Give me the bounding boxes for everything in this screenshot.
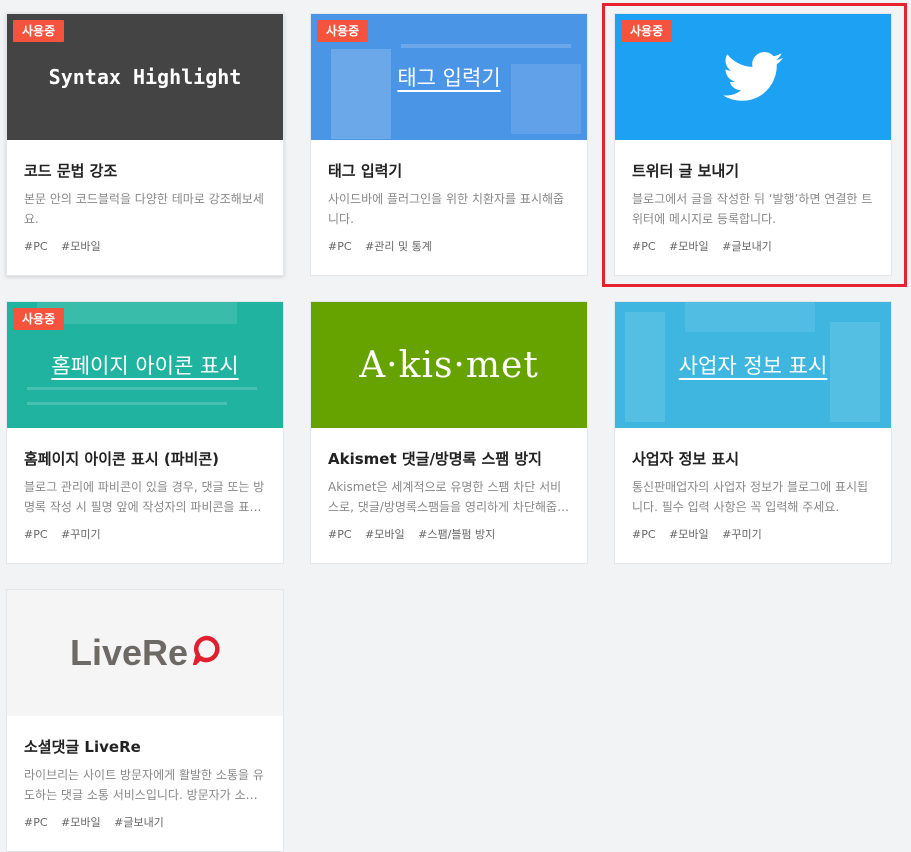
card-thumbnail[interactable]: 사업자 정보 표시 <box>615 302 891 428</box>
card-thumbnail[interactable]: LiveRe <box>7 590 283 716</box>
card-title[interactable]: 코드 문법 강조 <box>24 160 266 182</box>
card-title[interactable]: 사업자 정보 표시 <box>632 448 874 470</box>
tag: #모바일 <box>669 528 709 541</box>
card-tags: #PC #꾸미기 <box>24 526 266 542</box>
card-tags: #PC #모바일 #스팸/블펌 방지 <box>328 526 570 542</box>
tag: #글보내기 <box>114 816 164 829</box>
plugin-card-livere[interactable]: LiveRe 소셜댓글 LiveRe 라이브리는 사이트 방문자에게 활발한 소… <box>6 589 284 852</box>
tag: #PC <box>24 816 48 829</box>
card-description: Akismet은 세계적으로 유명한 스팸 차단 서비스로, 댓글/방명록스팸들… <box>328 480 569 514</box>
card-title[interactable]: 태그 입력기 <box>328 160 570 182</box>
card-thumbnail[interactable]: A·kis·met <box>311 302 587 428</box>
card-description: 사이드바에 플러그인을 위한 치환자를 표시해줍니다. <box>328 192 565 226</box>
tag: #PC <box>24 240 48 253</box>
plugin-card-tag-input[interactable]: 사용중 태그 입력기 태그 입력기 사이드바에 플러그인을 위한 치환자를 표시… <box>310 13 588 276</box>
speech-bubble-icon <box>192 635 220 665</box>
akismet-logo: A·kis·met <box>359 344 539 386</box>
tag: #PC <box>632 528 656 541</box>
card-title[interactable]: Akismet 댓글/방명록 스팸 방지 <box>328 448 570 470</box>
card-description: 통신판매업자의 사업자 정보가 블로그에 표시됩니다. 필수 입력 사항은 꼭 … <box>632 480 869 514</box>
tag: #PC <box>328 240 352 253</box>
thumbnail-text: 홈페이지 아이콘 표시 <box>51 354 239 378</box>
card-tags: #PC #관리 및 통계 <box>328 238 570 254</box>
tag: #관리 및 통계 <box>365 240 432 253</box>
status-badge: 사용중 <box>13 20 65 42</box>
card-thumbnail[interactable]: 사용중 Syntax Highlight <box>7 14 283 140</box>
tag: #모바일 <box>61 240 101 253</box>
plugin-card-business-info[interactable]: 사업자 정보 표시 사업자 정보 표시 통신판매업자의 사업자 정보가 블로그에… <box>614 301 892 564</box>
tag: #모바일 <box>365 528 405 541</box>
tag: #PC <box>328 528 352 541</box>
thumbnail-text: 태그 입력기 <box>397 66 501 90</box>
plugin-card-syntax-highlight[interactable]: 사용중 Syntax Highlight 코드 문법 강조 본문 안의 코드블럭… <box>6 13 284 276</box>
tag: #꾸미기 <box>61 528 101 541</box>
plugin-card-favicon[interactable]: 사용중 홈페이지 아이콘 표시 홈페이지 아이콘 표시 (파비콘) 블로그 관리… <box>6 301 284 564</box>
selection-highlight <box>602 3 907 287</box>
card-thumbnail[interactable]: 사용중 홈페이지 아이콘 표시 <box>7 302 283 428</box>
card-description: 본문 안의 코드블럭을 다양한 테마로 강조해보세요. <box>24 192 264 226</box>
status-badge: 사용중 <box>13 308 65 330</box>
card-thumbnail[interactable]: 사용중 태그 입력기 <box>311 14 587 140</box>
thumbnail-text: 사업자 정보 표시 <box>678 354 828 378</box>
status-badge: 사용중 <box>621 20 673 42</box>
card-title[interactable]: 소셜댓글 LiveRe <box>24 736 266 758</box>
card-description: 라이브리는 사이트 방문자에게 활발한 소통을 유도하는 댓글 소통 서비스입니… <box>24 768 264 802</box>
livere-logo: LiveRe <box>69 632 189 673</box>
card-description: 블로그 관리에 파비콘이 있을 경우, 댓글 또는 방명록 작성 시 필명 앞에… <box>24 480 265 514</box>
plugin-card-akismet[interactable]: A·kis·met Akismet 댓글/방명록 스팸 방지 Akismet은 … <box>310 301 588 564</box>
tag: #꾸미기 <box>722 528 762 541</box>
card-tags: #PC #모바일 #꾸미기 <box>632 526 874 542</box>
tag: #PC <box>24 528 48 541</box>
card-tags: #PC #모바일 #글보내기 <box>24 814 266 830</box>
tag: #스팸/블펌 방지 <box>418 528 496 541</box>
thumbnail-text: Syntax Highlight <box>48 65 242 89</box>
card-title[interactable]: 홈페이지 아이콘 표시 (파비콘) <box>24 448 266 470</box>
tag: #모바일 <box>61 816 101 829</box>
status-badge: 사용중 <box>317 20 369 42</box>
card-tags: #PC #모바일 <box>24 238 266 254</box>
